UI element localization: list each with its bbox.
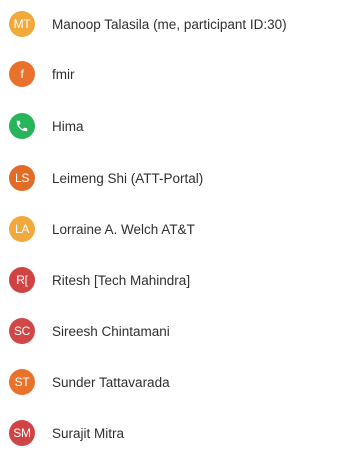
participant-name: Leimeng Shi (ATT-Portal) xyxy=(52,170,204,186)
participant-name: fmir xyxy=(52,66,75,82)
avatar: f xyxy=(9,61,35,87)
participant-name: Ritesh [Tech Mahindra] xyxy=(52,272,191,288)
avatar: ST xyxy=(9,369,35,395)
participant-list: MT Manoop Talasila (me, participant ID:3… xyxy=(0,0,359,447)
participant-row[interactable]: Hima xyxy=(0,104,359,148)
avatar: R[ xyxy=(9,267,35,293)
phone-handset-glyph xyxy=(16,120,28,132)
participant-row[interactable]: SM Surajit Mitra xyxy=(0,411,359,455)
participant-row[interactable]: MT Manoop Talasila (me, participant ID:3… xyxy=(0,2,359,46)
participant-row[interactable]: f fmir xyxy=(0,52,359,96)
participant-name: Surajit Mitra xyxy=(52,425,125,441)
avatar: LS xyxy=(9,165,35,191)
avatar: SC xyxy=(9,318,35,344)
participant-name: Manoop Talasila (me, participant ID:30) xyxy=(52,16,287,32)
participant-row[interactable]: R[ Ritesh [Tech Mahindra] xyxy=(0,258,359,302)
participant-name: Lorraine A. Welch AT&T xyxy=(52,221,195,237)
participant-row[interactable]: ST Sunder Tattavarada xyxy=(0,360,359,404)
participant-name: Sunder Tattavarada xyxy=(52,374,170,390)
participant-row[interactable]: LS Leimeng Shi (ATT-Portal) xyxy=(0,156,359,200)
participant-name: Hima xyxy=(52,118,84,134)
participant-name: Sireesh Chintamani xyxy=(52,323,170,339)
participant-row[interactable]: LA Lorraine A. Welch AT&T xyxy=(0,207,359,251)
participant-row[interactable]: SC Sireesh Chintamani xyxy=(0,309,359,353)
avatar: MT xyxy=(9,11,35,37)
avatar: LA xyxy=(9,216,35,242)
avatar: SM xyxy=(9,420,35,446)
phone-icon xyxy=(9,113,35,139)
